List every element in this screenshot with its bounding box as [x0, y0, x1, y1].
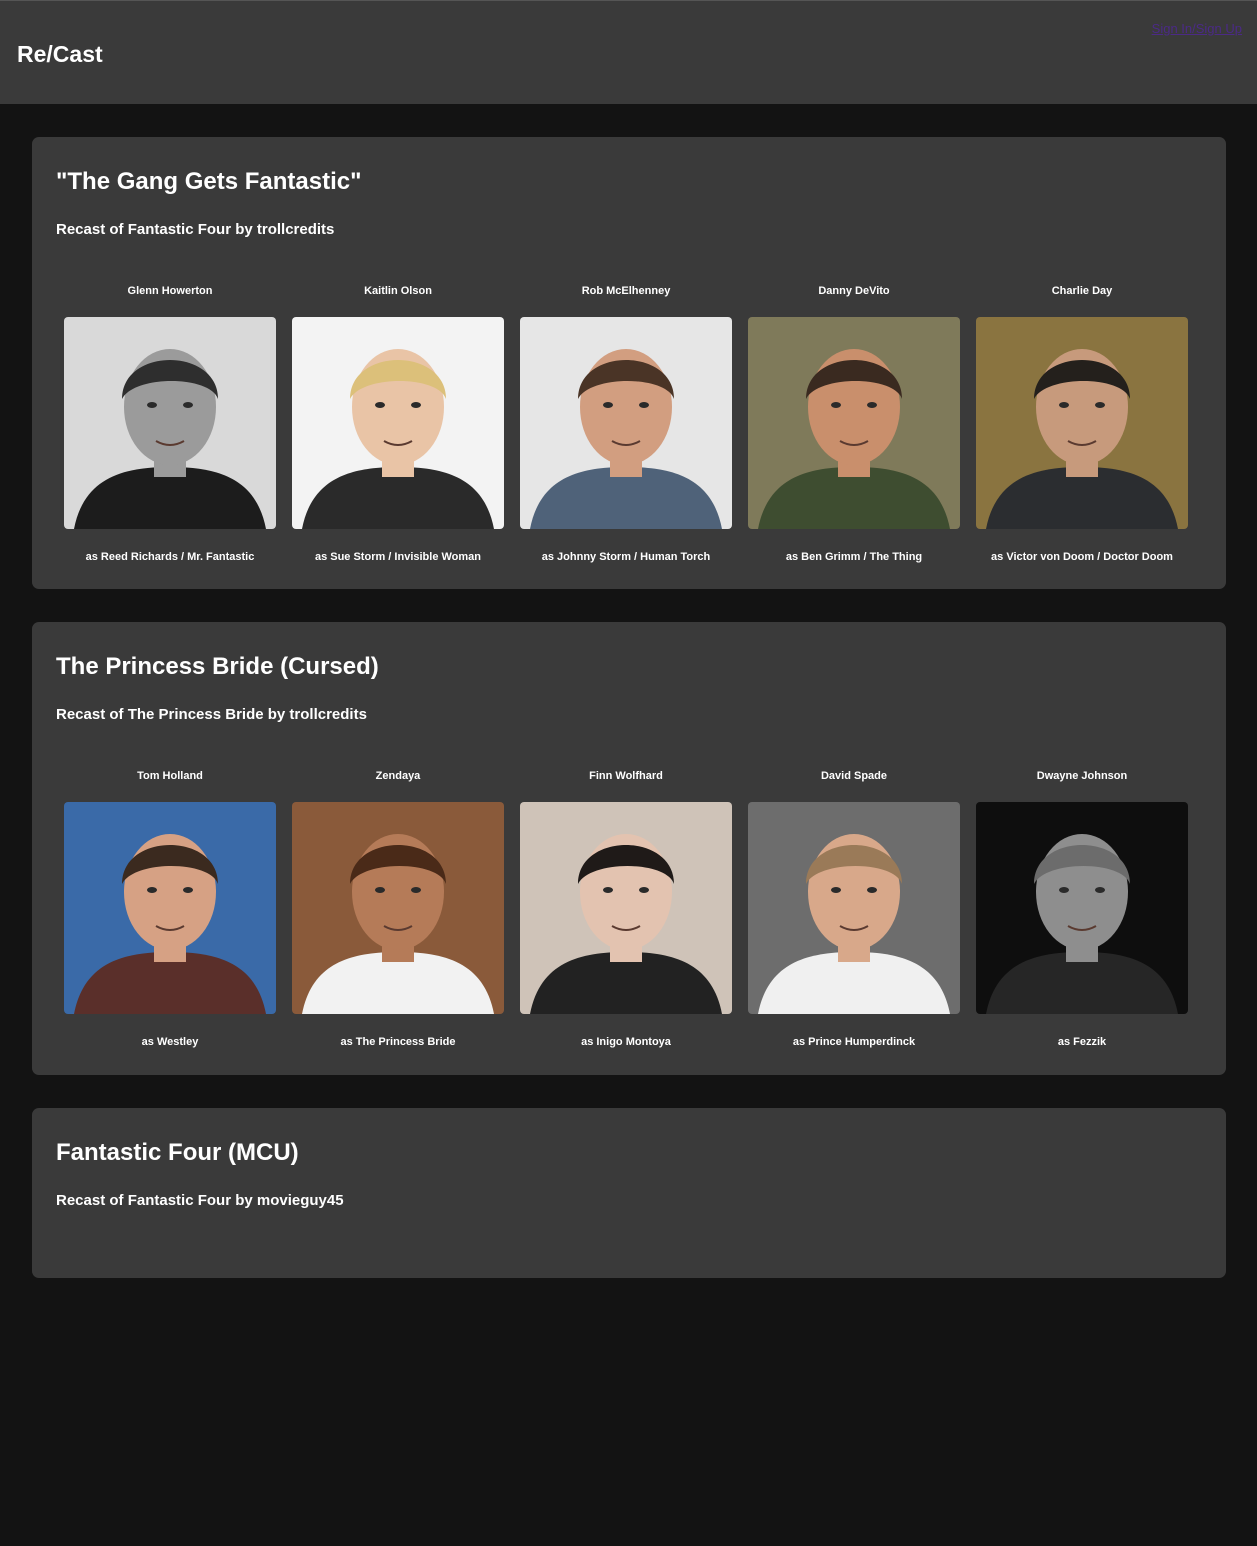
- photo-eye: [867, 887, 877, 893]
- cast-member[interactable]: Charlie Day as Victor von Doom / Doctor D…: [968, 285, 1196, 575]
- actor-name: Dwayne Johnson: [1036, 770, 1128, 782]
- recast-card[interactable]: Fantastic Four (MCU) Recast of Fantastic…: [32, 1108, 1226, 1278]
- actor-portrait-image: [520, 802, 732, 1014]
- photo-eye: [831, 402, 841, 408]
- recast-title: The Princess Bride (Cursed): [56, 653, 379, 680]
- actor-photo[interactable]: [748, 802, 960, 1014]
- cast-member[interactable]: Kaitlin Olson as Sue Storm / Invisible Wo…: [284, 285, 512, 575]
- photo-eye: [183, 887, 193, 893]
- actor-name: Rob McElhenney: [581, 285, 671, 297]
- actor-portrait-image: [520, 317, 732, 529]
- cast-member[interactable]: Tom Holland as Westley: [56, 770, 284, 1060]
- actor-photo[interactable]: [520, 802, 732, 1014]
- photo-eye: [1059, 887, 1069, 893]
- actor-name: Tom Holland: [137, 770, 203, 782]
- actor-photo[interactable]: [748, 317, 960, 529]
- actor-name: Zendaya: [375, 770, 421, 782]
- role-name: as Prince Humperdinck: [792, 1036, 916, 1048]
- role-name: as Fezzik: [1057, 1036, 1107, 1048]
- photo-eye: [639, 402, 649, 408]
- recast-subtitle: Recast of The Princess Bride by trollcre…: [56, 706, 367, 723]
- photo-eye: [603, 887, 613, 893]
- actor-name: Finn Wolfhard: [589, 770, 663, 782]
- role-name: as Victor von Doom / Doctor Doom: [991, 551, 1173, 563]
- actor-photo[interactable]: [976, 802, 1188, 1014]
- actor-photo[interactable]: [520, 317, 732, 529]
- cast-member[interactable]: David Spade as Prince Humperdinck: [740, 770, 968, 1060]
- photo-eye: [375, 402, 385, 408]
- actor-photo[interactable]: [292, 317, 504, 529]
- actor-portrait-image: [292, 317, 504, 529]
- recast-card[interactable]: The Princess Bride (Cursed) Recast of Th…: [32, 622, 1226, 1075]
- cast-row: Glenn Howerton as Reed Richards / Mr. Fan…: [56, 285, 1196, 575]
- cast-member[interactable]: Finn Wolfhard as Inigo Montoya: [512, 770, 740, 1060]
- cast-member[interactable]: Zendaya as The Princess Bride: [284, 770, 512, 1060]
- actor-portrait-image: [748, 317, 960, 529]
- actor-photo[interactable]: [976, 317, 1188, 529]
- recast-subtitle: Recast of Fantastic Four by trollcredits: [56, 221, 335, 238]
- actor-portrait-image: [64, 317, 276, 529]
- actor-name: Kaitlin Olson: [364, 285, 432, 297]
- auth-links: Sign In/Sign Up: [1152, 21, 1242, 36]
- photo-eye: [147, 402, 157, 408]
- actor-name: Glenn Howerton: [127, 285, 213, 297]
- role-name: as Sue Storm / Invisible Woman: [314, 551, 482, 563]
- actor-portrait-image: [976, 802, 1188, 1014]
- photo-eye: [867, 402, 877, 408]
- recast-title: Fantastic Four (MCU): [56, 1139, 299, 1166]
- top-nav-bar: Re/Cast Sign In/Sign Up: [0, 0, 1257, 104]
- recast-subtitle: Recast of Fantastic Four by movieguy45: [56, 1192, 344, 1209]
- actor-photo[interactable]: [64, 317, 276, 529]
- role-name: as Johnny Storm / Human Torch: [541, 551, 711, 563]
- cast-member[interactable]: Rob McElhenney as Johnny Storm / Human To…: [512, 285, 740, 575]
- cast-row: Tom Holland as Westley Zendaya as The Princ…: [56, 770, 1196, 1060]
- actor-name: David Spade: [820, 770, 888, 782]
- actor-photo[interactable]: [64, 802, 276, 1014]
- photo-eye: [603, 402, 613, 408]
- photo-eye: [1095, 887, 1105, 893]
- photo-eye: [183, 402, 193, 408]
- role-name: as Reed Richards / Mr. Fantastic: [85, 551, 255, 563]
- photo-eye: [1095, 402, 1105, 408]
- actor-name: Danny DeVito: [818, 285, 890, 297]
- role-name: as Ben Grimm / The Thing: [785, 551, 923, 563]
- actor-portrait-image: [748, 802, 960, 1014]
- cast-member[interactable]: Glenn Howerton as Reed Richards / Mr. Fan…: [56, 285, 284, 575]
- recast-title: "The Gang Gets Fantastic": [56, 168, 362, 195]
- actor-portrait-image: [64, 802, 276, 1014]
- role-name: as Westley: [141, 1036, 199, 1048]
- site-logo-title[interactable]: Re/Cast: [17, 41, 103, 68]
- photo-eye: [375, 887, 385, 893]
- sign-in-sign-up-link[interactable]: Sign In/Sign Up: [1152, 21, 1242, 36]
- role-name: as The Princess Bride: [340, 1036, 456, 1048]
- cast-row: [56, 1256, 1196, 1546]
- cast-member[interactable]: Danny DeVito as Ben Grimm / The Thing: [740, 285, 968, 575]
- actor-photo[interactable]: [292, 802, 504, 1014]
- role-name: as Inigo Montoya: [581, 1036, 671, 1048]
- photo-eye: [1059, 402, 1069, 408]
- photo-eye: [639, 887, 649, 893]
- actor-portrait-image: [292, 802, 504, 1014]
- photo-eye: [831, 887, 841, 893]
- cast-member[interactable]: Dwayne Johnson as Fezzik: [968, 770, 1196, 1060]
- recast-card[interactable]: "The Gang Gets Fantastic" Recast of Fant…: [32, 137, 1226, 589]
- photo-eye: [411, 402, 421, 408]
- actor-name: Charlie Day: [1051, 285, 1113, 297]
- actor-portrait-image: [976, 317, 1188, 529]
- photo-eye: [411, 887, 421, 893]
- photo-eye: [147, 887, 157, 893]
